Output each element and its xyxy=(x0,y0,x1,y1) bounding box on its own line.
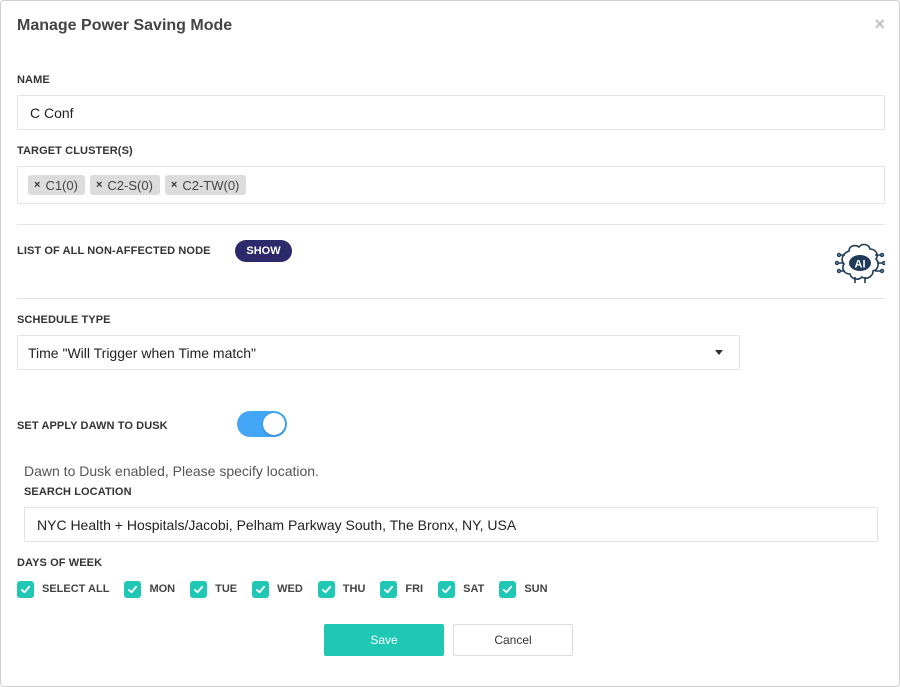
dialog-title: Manage Power Saving Mode xyxy=(17,17,233,34)
cluster-tag: × C2-S(0) xyxy=(89,175,160,195)
check-icon xyxy=(442,585,452,593)
target-clusters-field[interactable]: × C1(0) × C2-S(0) × C2-TW(0) xyxy=(17,166,885,204)
day-mon[interactable]: MON xyxy=(124,580,176,598)
checkbox[interactable] xyxy=(380,580,398,598)
cluster-tag: × C1(0) xyxy=(28,175,85,195)
cluster-tag-label: C1(0) xyxy=(45,177,78,193)
checkbox[interactable] xyxy=(17,580,34,598)
checkbox[interactable] xyxy=(438,580,456,598)
day-label: TUE xyxy=(215,583,238,595)
toggle-knob xyxy=(263,413,285,435)
day-select-all[interactable]: SELECT ALL xyxy=(17,580,110,598)
search-location-input[interactable]: NYC Health + Hospitals/Jacobi, Pelham Pa… xyxy=(24,507,878,542)
day-sun[interactable]: SUN xyxy=(499,580,548,598)
cluster-tag-label: C2-S(0) xyxy=(107,177,153,193)
power-saving-dialog: Manage Power Saving Mode × NAME C Conf T… xyxy=(0,0,900,687)
checkbox[interactable] xyxy=(317,580,335,598)
name-value: C Conf xyxy=(30,104,74,121)
day-label: WED xyxy=(277,583,303,595)
day-thu[interactable]: THU xyxy=(317,580,366,598)
close-icon[interactable]: × xyxy=(874,15,885,33)
day-tue[interactable]: TUE xyxy=(190,580,238,598)
check-icon xyxy=(256,585,266,593)
search-location-label: SEARCH LOCATION xyxy=(24,486,132,498)
days-of-week-group: SELECT ALL MON TUE WED THU FRI SAT SUN xyxy=(17,580,563,598)
check-icon xyxy=(20,585,31,593)
check-icon xyxy=(321,585,331,593)
day-label: FRI xyxy=(405,583,424,595)
day-label: SELECT ALL xyxy=(42,583,110,595)
cluster-tag-label: C2-TW(0) xyxy=(182,177,240,193)
schedule-type-select[interactable]: Time "Will Trigger when Time match" xyxy=(17,335,740,370)
day-label: SUN xyxy=(524,583,548,595)
target-clusters-label: TARGET CLUSTER(S) xyxy=(17,145,133,157)
save-button[interactable]: Save xyxy=(324,624,444,656)
caret-down-icon xyxy=(715,350,723,355)
checkbox[interactable] xyxy=(499,580,517,598)
cancel-button[interactable]: Cancel xyxy=(453,624,573,656)
days-of-week-label: DAYS OF WEEK xyxy=(17,557,103,569)
day-label: MON xyxy=(149,583,176,595)
day-wed[interactable]: WED xyxy=(252,580,303,598)
dawn-to-dusk-label: SET APPLY DAWN TO DUSK xyxy=(17,420,168,432)
remove-tag-icon[interactable]: × xyxy=(96,179,102,191)
checkbox[interactable] xyxy=(190,580,208,598)
day-sat[interactable]: SAT xyxy=(438,580,485,598)
schedule-type-value: Time "Will Trigger when Time match" xyxy=(28,344,257,361)
day-label: THU xyxy=(342,583,366,595)
checkbox[interactable] xyxy=(252,580,270,598)
schedule-type-label: SCHEDULE TYPE xyxy=(17,314,111,326)
remove-tag-icon[interactable]: × xyxy=(34,179,40,191)
check-icon xyxy=(503,585,513,593)
dawn-to-dusk-toggle[interactable] xyxy=(237,411,287,437)
check-icon xyxy=(128,585,138,593)
name-input[interactable]: C Conf xyxy=(17,95,885,130)
name-label: NAME xyxy=(17,74,50,86)
remove-tag-icon[interactable]: × xyxy=(171,179,177,191)
day-fri[interactable]: FRI xyxy=(380,580,424,598)
non-affected-label: LIST OF ALL NON-AFFECTED NODE xyxy=(17,245,211,257)
ai-brain-icon[interactable]: AI xyxy=(835,241,885,285)
checkbox[interactable] xyxy=(124,580,142,598)
show-button[interactable]: SHOW xyxy=(235,240,292,262)
divider xyxy=(17,224,885,225)
cluster-tag: × C2-TW(0) xyxy=(164,175,247,195)
divider xyxy=(17,298,885,299)
search-location-value: NYC Health + Hospitals/Jacobi, Pelham Pa… xyxy=(37,516,517,533)
check-icon xyxy=(384,585,394,593)
ai-badge-text: AI xyxy=(855,259,866,271)
day-label: SAT xyxy=(463,583,485,595)
dawn-to-dusk-info: Dawn to Dusk enabled, Please specify loc… xyxy=(24,463,319,479)
check-icon xyxy=(194,585,204,593)
